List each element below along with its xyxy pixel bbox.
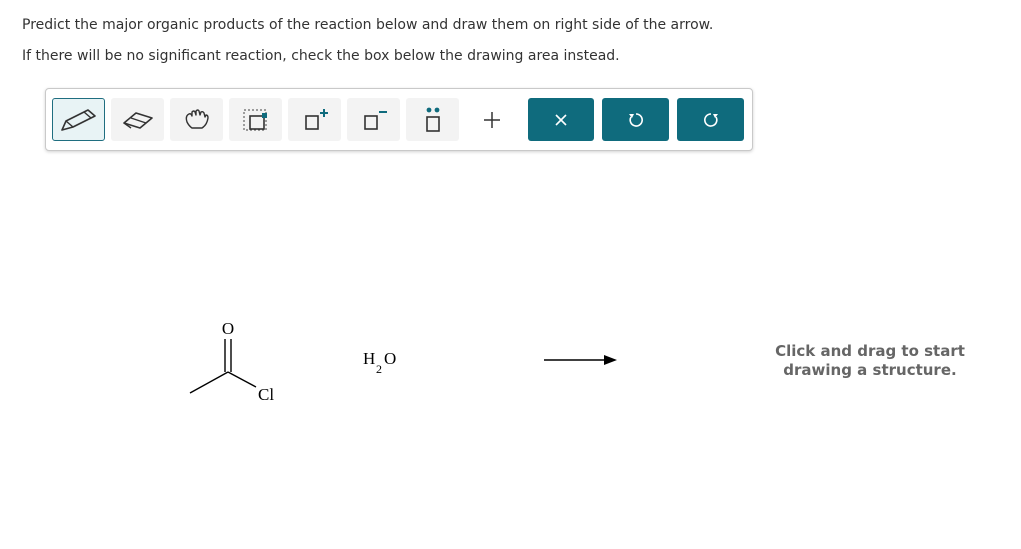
- drawing-hint-line1: Click and drag to start: [775, 342, 965, 360]
- water-o-label: O: [384, 349, 396, 368]
- chlorine-bond: [227, 371, 257, 388]
- oxygen-atom-label: O: [222, 319, 234, 338]
- reaction-scheme: O Cl H 2 O: [189, 319, 617, 404]
- water-reagent: H 2 O: [363, 349, 396, 376]
- drawing-hint-line2: drawing a structure.: [783, 361, 957, 379]
- water-subscript: 2: [376, 362, 382, 376]
- water-h-label: H: [363, 349, 375, 368]
- methyl-bond: [189, 371, 229, 394]
- drawing-hint: Click and drag to start drawing a struct…: [760, 342, 980, 380]
- chlorine-atom-label: Cl: [258, 385, 274, 404]
- reaction-arrow: [544, 355, 617, 365]
- acetyl-chloride-structure: O Cl: [189, 319, 274, 404]
